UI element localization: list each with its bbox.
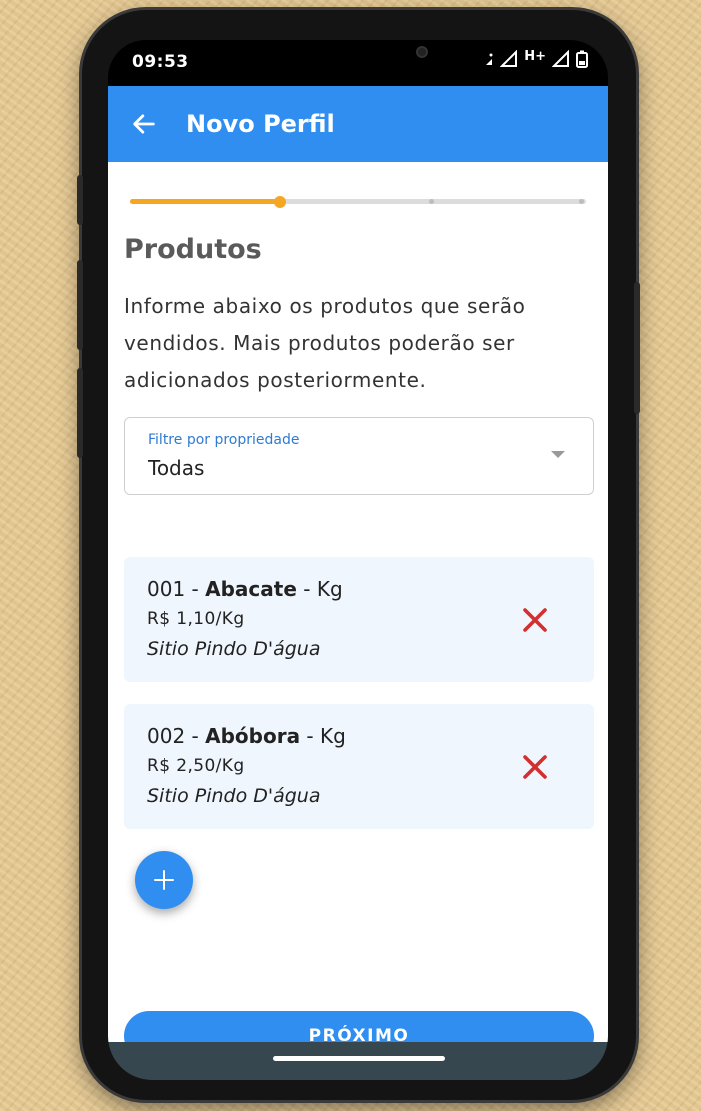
- add-product-button[interactable]: [135, 851, 193, 909]
- stepper-step-marker: [428, 199, 434, 204]
- status-time: 09:53: [132, 52, 189, 72]
- phone-side-button: [77, 368, 83, 458]
- product-card: 001 - Abacate - Kg R$ 1,10/Kg Sitio Pind…: [124, 557, 594, 682]
- section-title: Produtos: [124, 234, 262, 265]
- filter-label: Filtre por propriedade: [148, 432, 300, 448]
- plus-icon: [154, 870, 174, 890]
- product-title: 001 - Abacate - Kg: [147, 577, 343, 601]
- phone-side-button: [634, 282, 640, 414]
- phone-side-button: [77, 260, 83, 350]
- product-price: R$ 2,50/Kg: [147, 756, 245, 776]
- product-card: 002 - Abóbora - Kg R$ 2,50/Kg Sitio Pind…: [124, 704, 594, 829]
- page-title: Novo Perfil: [186, 110, 335, 138]
- stepper-progress: [130, 199, 281, 204]
- product-name: Abóbora: [205, 724, 301, 748]
- phone-screen: 09:53 H+ Novo Perfil Produtos Informe ab…: [108, 40, 608, 1080]
- main-content: Produtos Informe abaixo os produtos que …: [108, 162, 608, 1061]
- product-unit: Kg: [316, 577, 343, 601]
- filter-selected-value: Todas: [148, 456, 205, 480]
- arrow-left-icon[interactable]: [114, 86, 174, 162]
- network-type-label: H+: [524, 48, 546, 64]
- product-code: 002: [147, 724, 186, 748]
- close-icon[interactable]: [520, 752, 550, 782]
- front-camera: [416, 46, 428, 58]
- chevron-down-icon: [551, 451, 565, 458]
- property-filter-select[interactable]: Filtre por propriedade Todas: [124, 417, 594, 495]
- status-icons: H+: [484, 48, 588, 68]
- signal-icon: [552, 50, 569, 67]
- app-bar: Novo Perfil: [108, 86, 608, 162]
- product-title: 002 - Abóbora - Kg: [147, 724, 346, 748]
- close-icon[interactable]: [520, 605, 550, 635]
- section-description: Informe abaixo os produtos que serão ven…: [124, 294, 526, 392]
- product-code: 001: [147, 577, 186, 601]
- status-bar: 09:53 H+: [108, 40, 608, 86]
- product-origin: Sitio Pindo D'água: [147, 785, 321, 807]
- progress-stepper: [130, 196, 586, 208]
- home-gesture-bar[interactable]: [273, 1056, 445, 1061]
- phone-side-button: [77, 175, 83, 225]
- product-unit: Kg: [320, 724, 346, 748]
- system-nav-bar: [108, 1042, 608, 1080]
- product-price: R$ 1,10/Kg: [147, 609, 245, 629]
- product-name: Abacate: [205, 577, 297, 601]
- stepper-current-step: [274, 196, 287, 208]
- battery-icon: [576, 50, 588, 68]
- wifi-calling-icon: [486, 53, 493, 65]
- product-origin: Sitio Pindo D'água: [147, 638, 321, 660]
- signal-icon: [500, 50, 518, 67]
